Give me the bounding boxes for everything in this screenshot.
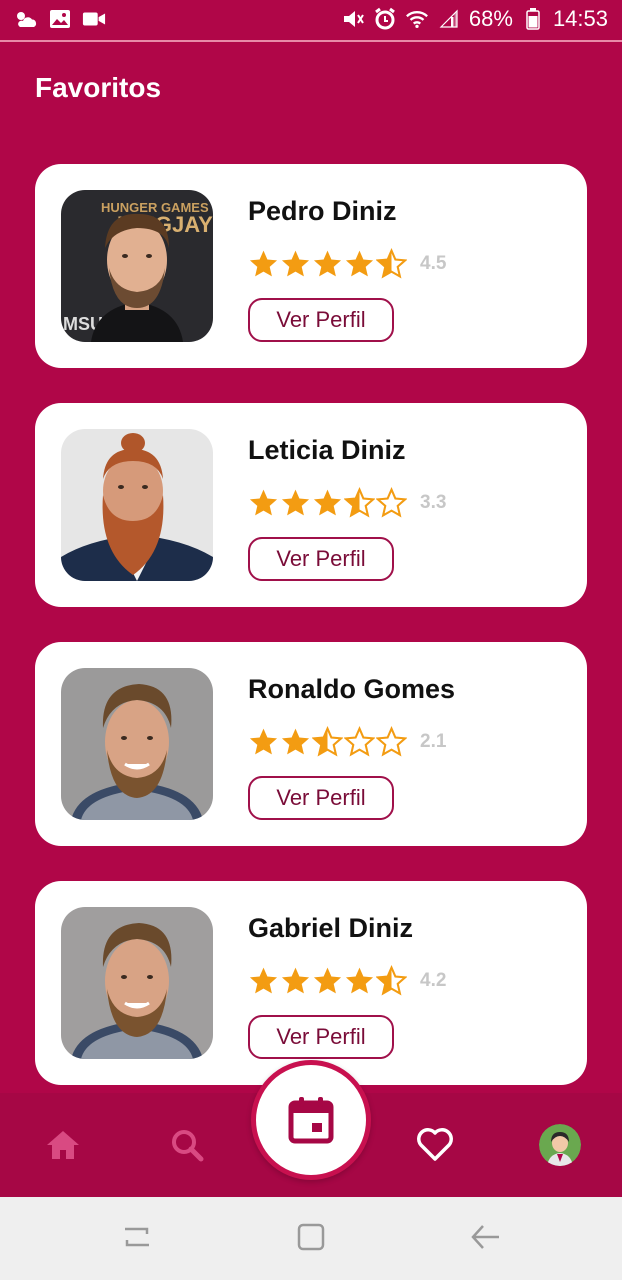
- calendar-button[interactable]: [251, 1060, 371, 1180]
- star-full-icon: [249, 967, 278, 994]
- barber-name: Ronaldo Gomes: [248, 674, 456, 704]
- star-empty-icon: [376, 726, 407, 757]
- signal-icon: [437, 8, 461, 30]
- barber-name: Pedro Diniz: [248, 196, 397, 226]
- rating-stars: 4.5: [248, 248, 446, 279]
- rating-stars: 4.2: [248, 965, 446, 996]
- star-empty-icon: [344, 726, 375, 757]
- view-profile-button[interactable]: Ver Perfil: [248, 1015, 394, 1059]
- barber-photo: [61, 668, 213, 820]
- system-navigation-bar: [0, 1197, 622, 1280]
- status-bar: 68% 14:53: [0, 0, 622, 42]
- search-icon[interactable]: [165, 1123, 209, 1167]
- rating-value: 4.2: [420, 969, 447, 991]
- view-profile-button[interactable]: Ver Perfil: [248, 776, 394, 820]
- star-full-icon: [345, 967, 374, 994]
- heart-icon[interactable]: [413, 1123, 457, 1167]
- barber-photo: [61, 907, 213, 1059]
- star-full-icon: [249, 489, 278, 516]
- clock: 14:53: [552, 6, 608, 31]
- rating-value: 2.1: [420, 730, 447, 752]
- barber-name: Gabriel Diniz: [248, 913, 414, 943]
- star-half-icon: [376, 248, 407, 279]
- star-empty-icon: [376, 487, 407, 518]
- back-icon[interactable]: [467, 1219, 503, 1255]
- star-full-icon: [281, 250, 310, 277]
- rating-stars: 3.3: [248, 487, 446, 518]
- battery-percent: 68%: [468, 6, 513, 31]
- star-full-icon: [281, 489, 310, 516]
- view-profile-button[interactable]: Ver Perfil: [248, 537, 394, 581]
- profile-avatar[interactable]: [539, 1124, 581, 1166]
- recent-apps-icon[interactable]: [119, 1219, 155, 1255]
- alarm-icon: [373, 7, 397, 30]
- star-full-icon: [313, 967, 342, 994]
- home-button-icon[interactable]: [293, 1219, 329, 1255]
- favorite-card: Ronaldo Gomes 2.1 Ver Perfil: [35, 642, 587, 846]
- weather-icon: [14, 8, 38, 30]
- rating-value: 3.3: [420, 491, 447, 513]
- star-full-icon: [281, 728, 310, 755]
- rating-stars: 2.1: [248, 726, 446, 757]
- favorite-card: HUNGER GAMES KINGJAY MSU Pedro Diniz 4.5…: [35, 164, 587, 368]
- star-half-icon: [376, 965, 407, 996]
- favorite-card: Gabriel Diniz 4.2 Ver Perfil: [35, 881, 587, 1085]
- home-icon[interactable]: [41, 1123, 85, 1167]
- barber-photo: HUNGER GAMES KINGJAY MSU: [61, 190, 213, 342]
- barber-name: Leticia Diniz: [248, 435, 406, 465]
- battery-icon: [521, 8, 545, 30]
- video-icon: [82, 8, 106, 30]
- page-title: Favoritos: [35, 72, 162, 103]
- star-half-icon: [344, 487, 375, 518]
- star-full-icon: [281, 967, 310, 994]
- mute-icon: [341, 8, 365, 30]
- rating-value: 4.5: [420, 252, 447, 274]
- star-full-icon: [313, 489, 342, 516]
- star-full-icon: [249, 728, 278, 755]
- wifi-icon: [405, 8, 429, 30]
- gallery-icon: [48, 8, 72, 30]
- star-full-icon: [249, 250, 278, 277]
- star-full-icon: [345, 250, 374, 277]
- barber-photo: [61, 429, 213, 581]
- favorite-card: Leticia Diniz 3.3 Ver Perfil: [35, 403, 587, 607]
- star-full-icon: [313, 250, 342, 277]
- star-half-icon: [312, 726, 343, 757]
- calendar-icon: [288, 1097, 334, 1144]
- view-profile-button[interactable]: Ver Perfil: [248, 298, 394, 342]
